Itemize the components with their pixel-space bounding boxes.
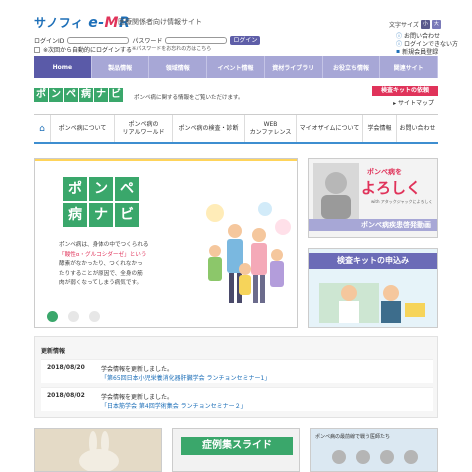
hero-text-line: 「酸性α・グルコシダーゼ」という — [59, 251, 147, 258]
nav-library[interactable]: 資材ライブラリ — [264, 56, 323, 78]
cat-myozyme[interactable]: マイオザイムについて — [297, 115, 363, 142]
cat-about[interactable]: ポンペ病について — [51, 115, 115, 142]
doctors-photo — [332, 450, 418, 464]
brand-char: ペ — [64, 88, 78, 102]
nav-related[interactable]: 関連サイト — [380, 56, 439, 78]
auto-login-checkbox[interactable] — [34, 46, 40, 53]
nav-events[interactable]: イベント情報 — [207, 56, 265, 78]
sitemap-label: サイトマップ — [397, 100, 434, 107]
brand-char: ビ — [109, 88, 123, 102]
font-size-control: 文字サイズ 小 大 — [389, 20, 441, 29]
register-link[interactable]: ▪ 新規会員登録 — [396, 47, 438, 56]
cat-conference[interactable]: 学会情報 — [363, 115, 397, 142]
news-text: 学会情報を更新しました。 — [101, 366, 174, 373]
kit-request-button[interactable]: 検査キットの依頼 — [372, 86, 438, 96]
doctors-label: ポンペ病の最前線で戦う医師たち — [315, 434, 391, 440]
carousel-dots — [47, 311, 100, 322]
font-small-button[interactable]: 小 — [420, 20, 430, 29]
hero-logo-char: ペ — [115, 177, 139, 201]
banner-line2: よろしく — [361, 179, 422, 197]
hero-logo-char: 病 — [63, 203, 87, 227]
banner-video-bar: ポンペ病疾患啓発動画 — [309, 219, 437, 231]
family-illustration — [206, 202, 291, 303]
nav-home[interactable]: Home — [34, 56, 92, 78]
user-icon: ▪ — [396, 48, 401, 55]
sitemap-link[interactable]: ▸ サイトマップ — [393, 98, 434, 107]
carousel-dot-1[interactable] — [47, 311, 58, 322]
hero-logo-char: ビ — [115, 203, 139, 227]
cat-realworld[interactable]: ポンペ病の リアルワールド — [115, 115, 173, 142]
kit-illustration — [319, 283, 425, 323]
register-label: 新規会員登録 — [402, 49, 439, 56]
news-text: 学会情報を更新しました。 — [101, 394, 174, 401]
pompe-navi-logo[interactable]: ポ ン ペ 病 ナ ビ — [34, 88, 123, 102]
sub-header: ポ ン ペ 病 ナ ビ ポンペ病に関する情報をご覧いただけます。 検査キットの依… — [34, 86, 438, 107]
hero-text-line: 酵素がなかったり、つくれなかっ — [59, 261, 143, 267]
font-size-label: 文字サイズ — [389, 22, 419, 29]
awareness-video-banner[interactable]: ポンペ病を よろしく with アタックジャックによろしく ポンペ病疾患啓発動画 — [308, 158, 438, 238]
password-label: パスワード — [132, 37, 163, 45]
cat-inquiry[interactable]: お問い合わせ — [397, 115, 438, 142]
carousel-dot-3[interactable] — [89, 311, 100, 322]
hero-logo-char: ン — [89, 177, 113, 201]
forgot-password-link[interactable]: ※パスワードをお忘れの方はこちら — [132, 45, 211, 52]
sanofi-emr-logo[interactable]: サノフィ e-MR — [34, 14, 130, 31]
font-large-button[interactable]: 大 — [431, 20, 441, 29]
auto-login-row: ※次回から自動的にログインする — [34, 45, 132, 54]
thumb-doctors[interactable]: ポンペ病の最前線で戦う医師たち — [310, 428, 438, 472]
brand-char: ン — [49, 88, 63, 102]
brand-char: ポ — [34, 88, 48, 102]
thumb-rabbit[interactable] — [34, 428, 162, 472]
hero-carousel[interactable]: ポ ン ペ 病 ナ ビ ポンペ病は、身体の中でつくられる 「酸性α・グルコシダー… — [34, 158, 298, 328]
auto-login-label: ※次回から自動的にログインする — [43, 47, 133, 54]
news-link[interactable]: 「第65回日本小児栄養消化器肝臓学会 ランチョンセミナー1」 — [101, 373, 270, 382]
news-link[interactable]: 「日本筋学会 第4回学術集会 ランチョンセミナー２」 — [101, 401, 247, 410]
brand-char: ナ — [94, 88, 108, 102]
cat-diagnosis[interactable]: ポンペ病の検査・診断 — [173, 115, 245, 142]
brand-description: ポンペ病に関する情報をご覧いただけます。 — [134, 95, 244, 101]
hero-top-border — [35, 159, 297, 161]
hero-text: ポンペ病は、身体の中でつくられる 「酸性α・グルコシダーゼ」という 酵素がなかっ… — [59, 241, 167, 289]
login-id-input[interactable] — [67, 36, 130, 44]
brand-char: 病 — [79, 88, 93, 102]
site-description: 医療関係者向け情報サイト — [118, 18, 202, 26]
hero-text-line: ポンペ病は、身体の中でつくられる — [59, 242, 149, 248]
hero-logo: ポ ン ペ 病 ナ ビ — [63, 177, 139, 227]
news-item[interactable]: 2018/08/20 学会情報を更新しました。 「第65回日本小児栄養消化器肝臓… — [41, 359, 433, 383]
banner-line3: with アタックジャックによろしく — [371, 199, 433, 204]
cat-web-conference[interactable]: WEB カンファレンス — [245, 115, 297, 142]
carousel-dot-2[interactable] — [68, 311, 79, 322]
site-header: サノフィ e-MR 医療関係者向け情報サイト 文字サイズ 小 大 ⓘ お問い合わ… — [0, 0, 472, 56]
hero-logo-char: ナ — [89, 203, 113, 227]
news-section: 更新情報 2018/08/20 学会情報を更新しました。 「第65回日本小児栄養… — [34, 336, 438, 418]
password-input[interactable] — [165, 36, 228, 44]
rabbit-photo — [35, 429, 161, 471]
news-item[interactable]: 2018/08/02 学会情報を更新しました。 「日本筋学会 第4回学術集会 ラ… — [41, 387, 433, 411]
kit-application-title: 検査キットの申込み — [309, 253, 437, 269]
kit-application-banner[interactable]: 検査キットの申込み — [308, 248, 438, 328]
doctor-portrait — [313, 163, 359, 219]
thumb-case-slides[interactable]: 症例集スライド — [172, 428, 300, 472]
category-nav: ⌂ ポンペ病について ポンペ病の リアルワールド ポンペ病の検査・診断 WEB … — [34, 114, 438, 144]
news-date: 2018/08/20 — [47, 364, 85, 371]
login-button[interactable]: ログイン — [230, 35, 261, 45]
login-form: ログインID パスワード ログイン — [34, 35, 261, 45]
home-icon[interactable]: ⌂ — [34, 115, 51, 142]
nav-areas[interactable]: 領域情報 — [149, 56, 208, 78]
logo-text: サノフィ — [34, 16, 84, 30]
login-id-label: ログインID — [34, 37, 65, 45]
hero-text-line: たりすることが原因で、全身の筋 — [59, 270, 143, 277]
nav-products[interactable]: 製品情報 — [91, 56, 150, 78]
hero-logo-char: ポ — [63, 177, 87, 201]
hero-text-line: 肉が弱くなってしまう病気です。 — [59, 280, 143, 286]
case-slides-label: 症例集スライド — [181, 437, 293, 455]
news-title: 更新情報 — [41, 348, 66, 355]
nav-useful[interactable]: お役立ち情報 — [322, 56, 381, 78]
news-date: 2018/08/02 — [47, 392, 85, 399]
global-nav: Home 製品情報 領域情報 イベント情報 資材ライブラリ お役立ち情報 関連サ… — [34, 56, 439, 78]
banner-line1: ポンペ病を — [367, 168, 402, 176]
